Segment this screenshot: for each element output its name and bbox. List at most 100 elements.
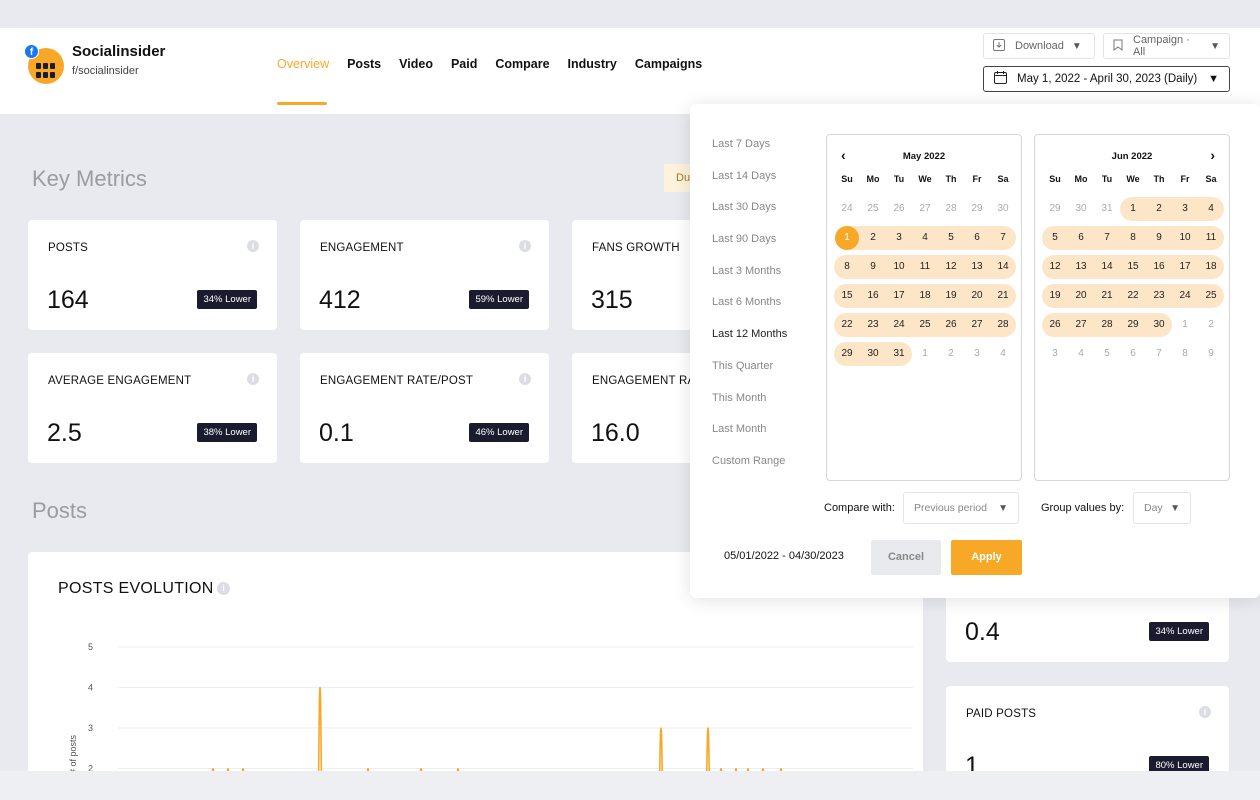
calendar-day[interactable]: 16 xyxy=(1146,254,1172,279)
calendar-day[interactable]: 8 xyxy=(1120,225,1146,250)
calendar-day[interactable]: 30 xyxy=(860,341,886,366)
calendar-day[interactable]: 5 xyxy=(1042,225,1068,250)
calendar-day[interactable]: 14 xyxy=(1094,254,1120,279)
calendar-day[interactable]: 31 xyxy=(886,341,912,366)
calendar-day[interactable]: 9 xyxy=(1198,342,1224,366)
calendar-day[interactable]: 27 xyxy=(964,312,990,337)
calendar-day[interactable]: 21 xyxy=(1094,283,1120,308)
calendar-day[interactable]: 6 xyxy=(1068,225,1094,250)
calendar-day[interactable]: 3 xyxy=(1042,342,1068,366)
info-icon[interactable]: i xyxy=(247,373,259,385)
calendar-day[interactable]: 5 xyxy=(1094,342,1120,366)
calendar-day[interactable]: 4 xyxy=(1198,196,1224,221)
calendar-day[interactable]: 15 xyxy=(834,283,860,308)
calendar-day[interactable]: 12 xyxy=(1042,254,1068,279)
calendar-day[interactable]: 23 xyxy=(860,312,886,337)
calendar-day[interactable]: 30 xyxy=(990,197,1016,221)
nav-overview[interactable]: Overview xyxy=(277,57,329,71)
calendar-day[interactable]: 1 xyxy=(912,342,938,366)
calendar-day[interactable]: 24 xyxy=(834,197,860,221)
calendar-day[interactable]: 17 xyxy=(886,283,912,308)
calendar-day[interactable]: 13 xyxy=(1068,254,1094,279)
range-last-14-days[interactable]: Last 14 Days xyxy=(712,170,787,202)
calendar-day[interactable]: 5 xyxy=(938,225,964,250)
range-last-6-months[interactable]: Last 6 Months xyxy=(712,296,787,328)
calendar-day[interactable]: 6 xyxy=(1120,342,1146,366)
calendar-day[interactable]: 29 xyxy=(834,341,860,366)
calendar-day[interactable]: 2 xyxy=(1146,196,1172,221)
nav-paid[interactable]: Paid xyxy=(451,57,477,71)
calendar-day[interactable]: 27 xyxy=(1068,312,1094,337)
calendar-day[interactable]: 25 xyxy=(912,312,938,337)
range-last-7-days[interactable]: Last 7 Days xyxy=(712,138,787,170)
calendar-day[interactable]: 18 xyxy=(1198,254,1224,279)
calendar-day[interactable]: 12 xyxy=(938,254,964,279)
calendar-day[interactable]: 25 xyxy=(860,197,886,221)
download-button[interactable]: Download ▼ xyxy=(983,33,1095,59)
calendar-day[interactable]: 3 xyxy=(964,342,990,366)
nav-video[interactable]: Video xyxy=(399,57,433,71)
info-icon[interactable]: i xyxy=(1199,706,1211,718)
calendar-day[interactable]: 9 xyxy=(1146,225,1172,250)
apply-button[interactable]: Apply xyxy=(951,540,1022,575)
calendar-day[interactable]: 15 xyxy=(1120,254,1146,279)
calendar-day[interactable]: 4 xyxy=(912,225,938,250)
cancel-button[interactable]: Cancel xyxy=(871,540,941,575)
calendar-day[interactable]: 11 xyxy=(912,254,938,279)
calendar-day[interactable]: 2 xyxy=(938,342,964,366)
date-range-button[interactable]: May 1, 2022 - April 30, 2023 (Daily) ▼ xyxy=(983,66,1230,92)
range-last-month[interactable]: Last Month xyxy=(712,423,787,455)
calendar-day[interactable]: 6 xyxy=(964,225,990,250)
calendar-day[interactable]: 28 xyxy=(1094,312,1120,337)
calendar-day[interactable]: 14 xyxy=(990,254,1016,279)
calendar-day[interactable]: 3 xyxy=(1172,196,1198,221)
calendar-day[interactable]: 7 xyxy=(1094,225,1120,250)
nav-campaigns[interactable]: Campaigns xyxy=(635,57,702,71)
range-last-12-months[interactable]: Last 12 Months xyxy=(712,328,787,360)
calendar-day[interactable]: 1 xyxy=(1120,196,1146,221)
calendar-day[interactable]: 28 xyxy=(990,312,1016,337)
calendar-day[interactable]: 26 xyxy=(938,312,964,337)
calendar-day[interactable]: 19 xyxy=(938,283,964,308)
range-last-3-months[interactable]: Last 3 Months xyxy=(712,265,787,297)
calendar-day[interactable]: 30 xyxy=(1146,312,1172,337)
range-last-90-days[interactable]: Last 90 Days xyxy=(712,233,787,265)
info-icon[interactable]: i xyxy=(519,240,531,252)
calendar-day[interactable]: 7 xyxy=(1146,342,1172,366)
calendar-day[interactable]: 19 xyxy=(1042,283,1068,308)
calendar-day[interactable]: 7 xyxy=(990,225,1016,250)
calendar-day[interactable]: 11 xyxy=(1198,225,1224,250)
calendar-day[interactable]: 13 xyxy=(964,254,990,279)
calendar-day[interactable]: 25 xyxy=(1198,283,1224,308)
calendar-day[interactable]: 23 xyxy=(1146,283,1172,308)
range-last-30-days[interactable]: Last 30 Days xyxy=(712,201,787,233)
group-values-select[interactable]: Day ▼ xyxy=(1133,492,1191,524)
calendar-day[interactable]: 9 xyxy=(860,254,886,279)
calendar-day[interactable]: 8 xyxy=(1172,342,1198,366)
calendar-day[interactable]: 29 xyxy=(964,197,990,221)
calendar-day[interactable]: 31 xyxy=(1094,197,1120,221)
calendar-day[interactable]: 30 xyxy=(1068,197,1094,221)
calendar-day[interactable]: 22 xyxy=(1120,283,1146,308)
calendar-day[interactable]: 3 xyxy=(886,225,912,250)
nav-posts[interactable]: Posts xyxy=(347,57,381,71)
calendar-day[interactable]: 22 xyxy=(834,312,860,337)
calendar-day[interactable]: 1 xyxy=(835,225,859,250)
calendar-day[interactable]: 29 xyxy=(1042,197,1068,221)
calendar-day[interactable]: 8 xyxy=(834,254,860,279)
campaign-filter-button[interactable]: Campaign · All ▼ xyxy=(1103,33,1230,59)
calendar-day[interactable]: 28 xyxy=(938,197,964,221)
nav-industry[interactable]: Industry xyxy=(568,57,617,71)
range-custom[interactable]: Custom Range xyxy=(712,455,787,487)
info-icon[interactable]: i xyxy=(247,240,259,252)
calendar-day[interactable]: 1 xyxy=(1172,313,1198,337)
compare-select[interactable]: Previous period ▼ xyxy=(903,492,1019,524)
calendar-day[interactable]: 4 xyxy=(1068,342,1094,366)
calendar-day[interactable]: 20 xyxy=(964,283,990,308)
calendar-day[interactable]: 21 xyxy=(990,283,1016,308)
calendar-day[interactable]: 16 xyxy=(860,283,886,308)
calendar-day[interactable]: 26 xyxy=(1042,312,1068,337)
calendar-day[interactable]: 24 xyxy=(1172,283,1198,308)
calendar-day[interactable]: 4 xyxy=(990,342,1016,366)
range-this-quarter[interactable]: This Quarter xyxy=(712,360,787,392)
